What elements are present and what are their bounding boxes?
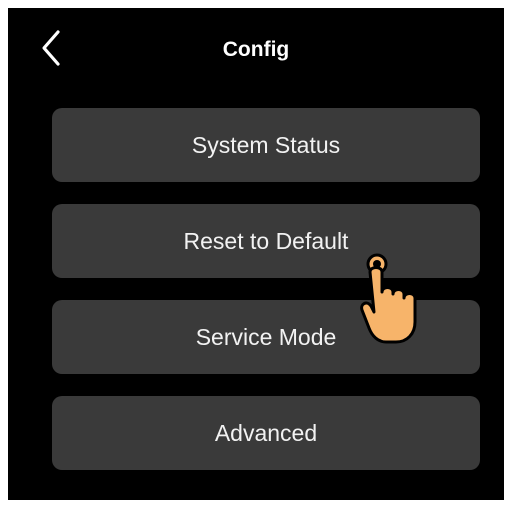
device-screen: Config System Status Reset to Default Se… <box>8 8 504 500</box>
page-title: Config <box>222 38 290 61</box>
service-mode-button[interactable]: Service Mode <box>52 300 480 374</box>
system-status-button[interactable]: System Status <box>52 108 480 182</box>
reset-to-default-button[interactable]: Reset to Default <box>52 204 480 278</box>
advanced-button[interactable]: Advanced <box>52 396 480 470</box>
header-bar: Config <box>8 8 504 94</box>
